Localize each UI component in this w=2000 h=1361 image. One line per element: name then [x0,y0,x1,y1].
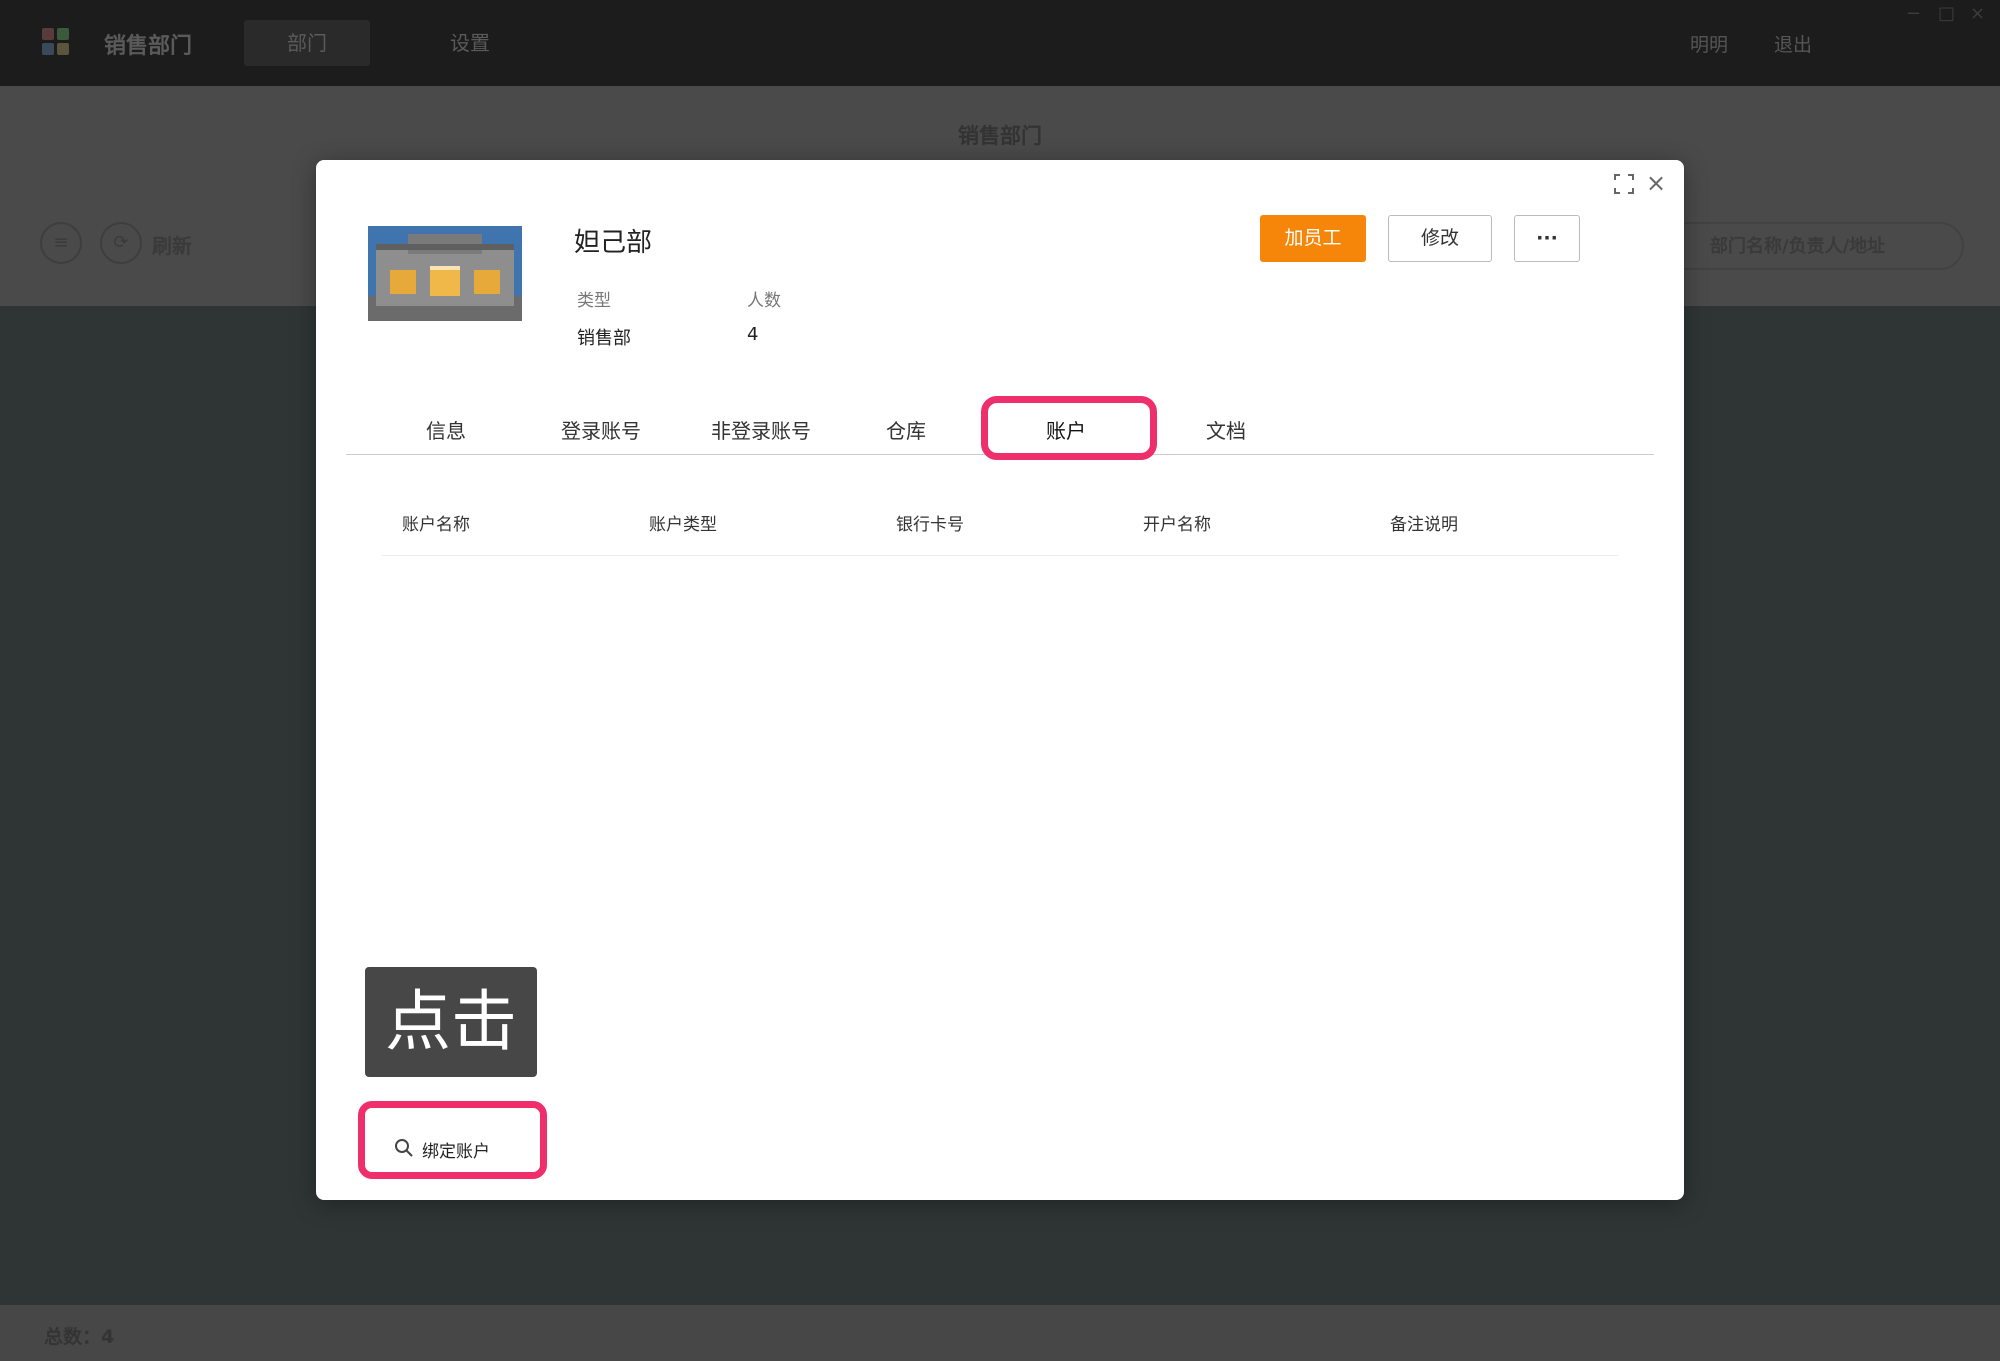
tab-login-accounts[interactable]: 登录账号 [526,416,676,446]
click-hint-badge: 点击 [365,967,537,1077]
bind-account-label[interactable]: 绑定账户 [422,1137,490,1162]
headcount-label: 人数 [747,291,781,311]
tab-warehouse[interactable]: 仓库 [846,416,966,446]
app-title: 销售部门 [104,34,193,59]
column-account-type: 账户类型 [649,515,717,535]
page-title: 销售部门 [958,124,1042,148]
close-icon[interactable]: × [1646,170,1666,196]
headcount-value: 4 [747,324,759,345]
nav-tab-settings[interactable]: 设置 [420,20,520,66]
expand-icon[interactable] [1612,172,1636,196]
table-header-divider [382,555,1618,556]
refresh-button-label[interactable]: 刷新 [152,230,192,259]
tab-documents[interactable]: 文档 [1166,416,1286,446]
window-close-button[interactable]: × [1970,3,1985,24]
footer-bar [0,1305,2000,1361]
column-remarks: 备注说明 [1390,515,1458,535]
minimize-button[interactable]: − [1906,3,1921,24]
maximize-button[interactable]: □ [1938,3,1955,24]
tab-info[interactable]: 信息 [386,416,506,446]
accounts-tab-highlight [981,396,1157,460]
department-search-placeholder: 部门名称/负责人/地址 [1710,236,1886,257]
top-bar: 销售部门 部门 设置 明明 退出 − □ × [0,0,2000,86]
list-icon[interactable]: ≡ [40,222,82,264]
department-name: 妲己部 [574,228,653,258]
department-photo [368,226,522,321]
column-bank-card: 银行卡号 [896,515,964,535]
department-detail-modal: × 妲己部 类型 销售部 人数 4 加员工 修改 ··· 信息 登录账号 非登录… [316,160,1684,1200]
app-logo-icon [42,28,72,58]
type-label: 类型 [577,291,611,311]
total-count: 总数：4 [44,1326,115,1348]
user-name-link[interactable]: 明明 [1690,30,1728,57]
column-account-name: 账户名称 [402,515,470,535]
search-icon [395,1139,413,1157]
tab-non-login-accounts[interactable]: 非登录账号 [676,416,846,446]
nav-tab-department[interactable]: 部门 [244,20,370,66]
logout-link[interactable]: 退出 [1774,30,1812,57]
refresh-icon[interactable]: ⟳ [100,222,142,264]
column-account-holder: 开户名称 [1143,515,1211,535]
type-value: 销售部 [577,328,631,349]
add-employee-button[interactable]: 加员工 [1260,215,1366,262]
edit-button[interactable]: 修改 [1388,215,1492,262]
more-options-button[interactable]: ··· [1514,215,1580,262]
